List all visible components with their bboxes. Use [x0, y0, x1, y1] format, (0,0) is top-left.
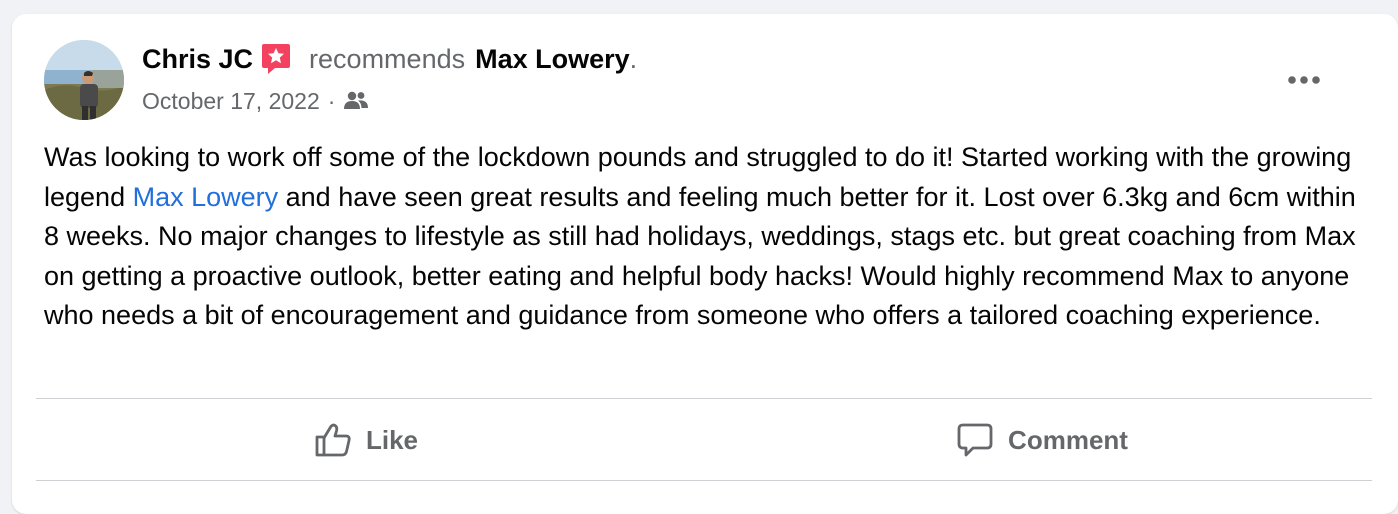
friends-icon[interactable]	[343, 90, 369, 112]
mention-link[interactable]: Max Lowery	[133, 182, 279, 212]
meta-separator: ·	[327, 88, 336, 114]
author-name[interactable]: Chris JC	[142, 42, 253, 76]
avatar[interactable]	[44, 40, 124, 120]
recommendation-star-icon	[259, 42, 293, 76]
more-options-button[interactable]	[1282, 58, 1326, 102]
like-label: Like	[365, 424, 419, 455]
action-bar-bottom-divider	[36, 480, 1372, 481]
comment-button[interactable]: Comment	[712, 414, 1372, 466]
like-button[interactable]: Like	[36, 414, 696, 466]
action-bar-top-divider	[36, 398, 1372, 399]
profile-photo	[44, 40, 124, 120]
post-header: Chris JC recommends Max Lowery .	[142, 42, 637, 76]
thumbs-up-icon	[314, 422, 352, 458]
post-meta: October 17, 2022 ·	[142, 86, 369, 116]
recommends-text: recommends	[309, 44, 466, 74]
comment-label: Comment	[1008, 424, 1128, 455]
post-text: Was looking to work off some of the lock…	[44, 138, 1364, 336]
more-horizontal-icon	[1287, 75, 1321, 85]
recommended-page-name[interactable]: Max Lowery	[475, 42, 630, 76]
comment-bubble-icon	[956, 422, 994, 458]
header-period: .	[629, 44, 638, 74]
post-date[interactable]: October 17, 2022	[142, 86, 320, 116]
post-card: Chris JC recommends Max Lowery . October…	[12, 14, 1398, 514]
